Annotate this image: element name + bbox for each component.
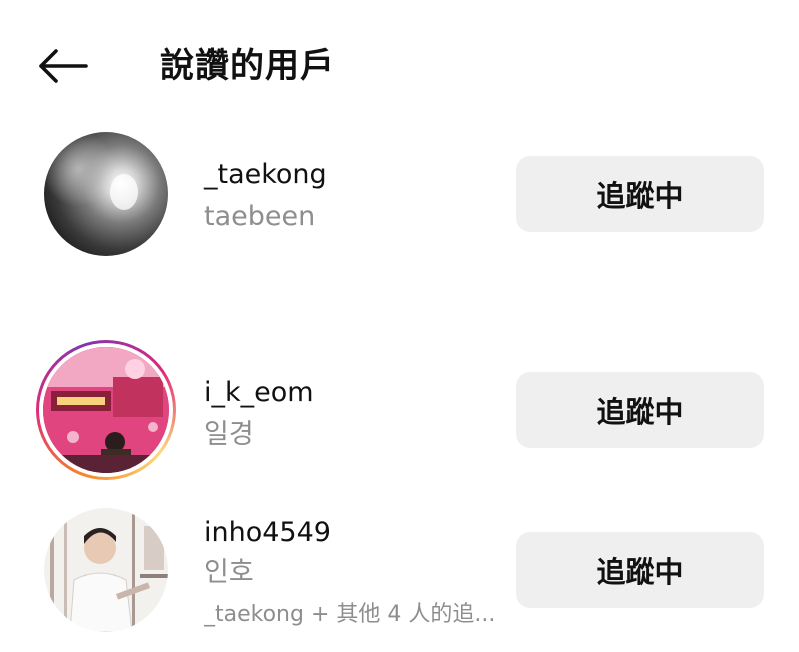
full-name: 일경 — [204, 419, 254, 450]
username[interactable]: inho4549 — [204, 516, 331, 550]
user-row[interactable]: i_k_eom 일경 追蹤中 — [0, 338, 799, 484]
user-row[interactable]: _taekong taebeen 追蹤中 — [0, 128, 799, 268]
story-ring-avatar[interactable] — [36, 340, 176, 480]
back-button[interactable] — [30, 40, 94, 92]
avatar-image — [44, 508, 168, 632]
full-name: 인호 — [204, 557, 254, 588]
page-title: 說讚的用戶 — [160, 46, 335, 86]
full-name: taebeen — [204, 201, 316, 232]
avatar-image — [43, 347, 169, 473]
avatar[interactable] — [44, 132, 168, 256]
avatar-image-chrome-sphere — [44, 132, 168, 256]
mutual-followers-text: _taekong + 其他 4 人的追... — [204, 602, 496, 627]
arrow-left-icon — [39, 49, 88, 83]
avatar[interactable] — [44, 508, 168, 632]
username[interactable]: i_k_eom — [204, 376, 314, 410]
following-button[interactable]: 追蹤中 — [516, 532, 764, 608]
user-row[interactable]: inho4549 인호 _taekong + 其他 4 人的追... 追蹤中 — [0, 506, 799, 646]
following-button[interactable]: 追蹤中 — [516, 372, 764, 448]
username[interactable]: _taekong — [204, 158, 327, 192]
header: 說讚的用戶 — [0, 0, 799, 130]
following-button[interactable]: 追蹤中 — [516, 156, 764, 232]
